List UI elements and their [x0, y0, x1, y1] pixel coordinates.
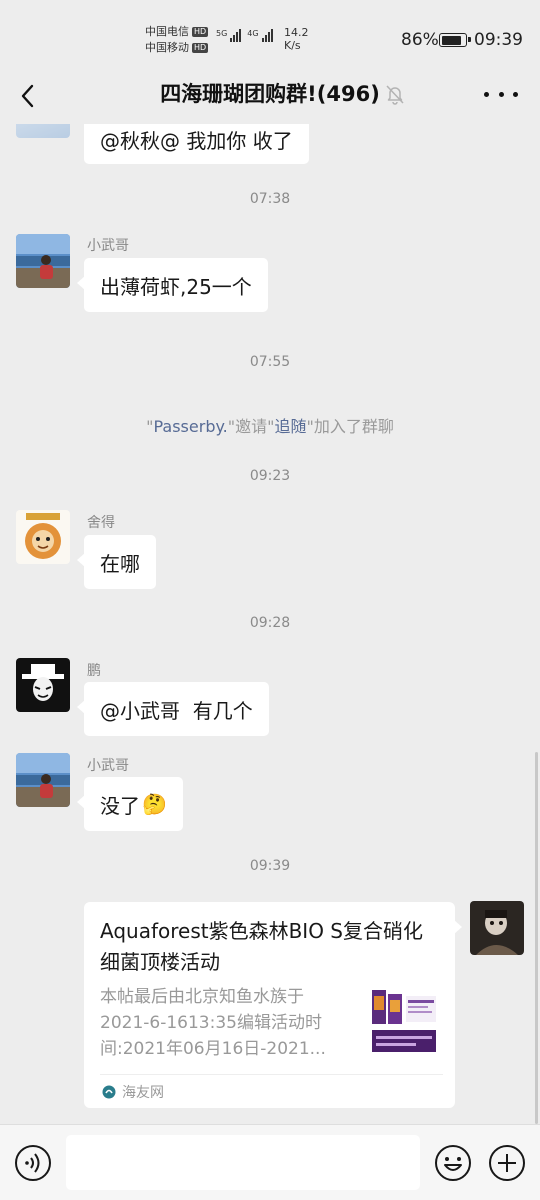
sender-name: 小武哥: [87, 238, 129, 254]
avatar-image: [16, 234, 70, 288]
battery-icon: [439, 33, 471, 47]
card-source: 海友网: [102, 1082, 164, 1102]
status-time: 09:39: [474, 30, 523, 50]
network-type-label: 4G: [247, 29, 259, 38]
message-text: @小武哥 有几个: [100, 698, 253, 723]
message-bubble[interactable]: 在哪: [77, 535, 156, 589]
avatar-image: [470, 901, 524, 955]
message-text: 没了: [100, 793, 140, 818]
signal-icons: 5G 4G: [216, 29, 273, 42]
sender-name: 舍得: [87, 515, 115, 531]
sender-name: 小武哥: [87, 758, 129, 774]
avatar-image: [16, 510, 70, 564]
own-avatar[interactable]: [470, 901, 524, 955]
mute-indicator: [384, 83, 406, 105]
invitee-link[interactable]: 追随: [274, 417, 306, 436]
card-description: 本帖最后由北京知鱼水族于2021-6-1613:35编辑活动时间:2021年06…: [100, 987, 326, 1059]
emoji-button[interactable]: [434, 1144, 472, 1182]
hd-badge: HD: [192, 27, 209, 37]
more-dot: [498, 91, 504, 97]
inviter-link[interactable]: Passerby.: [153, 417, 227, 436]
message-text: 出薄荷虾,25一个: [100, 274, 252, 299]
message-text: 在哪: [100, 551, 140, 576]
avatar[interactable]: [16, 234, 70, 288]
emoji-icon: [435, 1145, 471, 1181]
speed-unit: K/s: [284, 39, 301, 52]
more-functions-button[interactable]: [488, 1144, 526, 1182]
battery-fill: [441, 35, 462, 45]
timestamp: 09:23: [249, 468, 291, 484]
speed-value: 14.2: [284, 26, 309, 39]
voice-icon: [15, 1145, 51, 1181]
product-thumbnail-image: [370, 986, 438, 1054]
chat-title-wrap: 四海珊瑚团购群!(496): [0, 78, 540, 108]
timestamp: 07:55: [249, 354, 291, 370]
card-title: Aquaforest紫色森林BIO S复合硝化细菌顶楼活动: [100, 919, 423, 974]
chat-area[interactable]: @秋秋@ 我加你 收了 07:38 小武哥 出薄荷虾,25一个 07:55 "P…: [0, 124, 540, 1124]
chat-title: 四海珊瑚团购群!(496): [160, 82, 380, 106]
more-dot: [484, 91, 489, 97]
input-bar: [0, 1124, 540, 1200]
message-bubble[interactable]: 没了 🤔: [77, 777, 183, 831]
avatar[interactable]: [16, 753, 70, 807]
hd-badge: HD: [192, 43, 209, 53]
signal-4g-icon: 4G: [247, 29, 273, 42]
message-bubble[interactable]: 出薄荷虾,25一个: [77, 258, 268, 312]
link-card[interactable]: Aquaforest紫色森林BIO S复合硝化细菌顶楼活动 本帖最后由北京知鱼水…: [84, 902, 462, 1108]
battery-percent: 86%: [401, 30, 439, 50]
chat-scrollbar[interactable]: [535, 752, 538, 1124]
card-thumbnail: [370, 986, 438, 1054]
avatar[interactable]: [16, 124, 70, 138]
source-logo-icon: [102, 1085, 116, 1099]
signal-5g-icon: 5G: [216, 29, 242, 42]
notice-text: "邀请": [227, 417, 275, 436]
card-divider: [100, 1074, 443, 1075]
carrier-1: 中国电信: [145, 25, 189, 38]
status-bar: 中国电信 HD 中国移动 HD 5G 4G 14.2 K/s 86% 09:39: [0, 0, 540, 66]
network-speed: 14.2 K/s: [284, 26, 309, 52]
message-input[interactable]: [66, 1135, 420, 1190]
plus-icon: [489, 1145, 525, 1181]
card-source-name: 海友网: [122, 1085, 164, 1101]
chat-header: 四海珊瑚团购群!(496): [0, 66, 540, 124]
message-bubble[interactable]: @秋秋@ 我加你 收了: [84, 124, 309, 164]
notice-text: "加入了群聊: [306, 417, 394, 436]
bell-off-icon: [386, 85, 404, 105]
carrier-info: 中国电信 HD 中国移动 HD: [145, 24, 209, 56]
timestamp: 09:28: [249, 615, 291, 631]
thinking-emoji-icon: 🤔: [142, 792, 167, 816]
system-notice: "Passerby."邀请"追随"加入了群聊: [0, 413, 540, 437]
avatar-image: [16, 753, 70, 807]
timestamp: 09:39: [249, 858, 291, 874]
network-type-label: 5G: [216, 29, 228, 38]
message-text: @秋秋@ 我加你 收了: [100, 128, 293, 153]
timestamp: 07:38: [249, 191, 291, 207]
message-bubble[interactable]: @小武哥 有几个: [77, 682, 269, 736]
avatar[interactable]: [16, 658, 70, 712]
sender-name: 鹏: [87, 663, 101, 679]
voice-button[interactable]: [14, 1144, 52, 1182]
more-button[interactable]: [484, 84, 518, 104]
more-dot: [513, 91, 518, 97]
avatar-image: [16, 658, 70, 712]
avatar[interactable]: [16, 510, 70, 564]
carrier-2: 中国移动: [145, 41, 189, 54]
